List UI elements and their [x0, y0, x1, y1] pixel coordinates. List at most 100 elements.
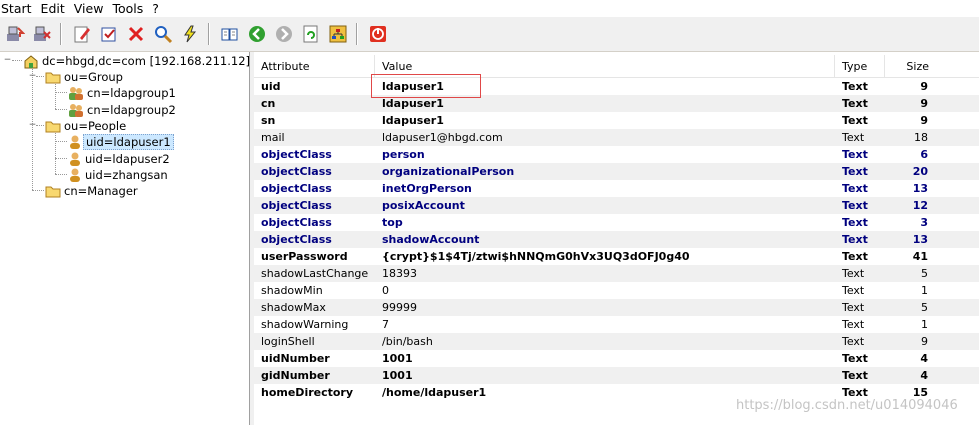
size-cell: 9: [921, 335, 928, 348]
size-cell: 5: [921, 301, 928, 314]
menu-view[interactable]: View: [72, 0, 111, 17]
attribute-cell: loginShell: [261, 335, 315, 348]
menu-help[interactable]: ?: [150, 0, 166, 17]
connect-icon[interactable]: [3, 22, 27, 46]
tree-node-zhangsan[interactable]: uid=zhangsan: [67, 167, 170, 183]
toolbar-separator: [60, 23, 62, 45]
tree-node-label: uid=ldapuser1: [83, 134, 174, 150]
table-row[interactable]: uid ldapuser1 Text 9: [254, 78, 979, 95]
value-cell: /home/ldapuser1: [382, 386, 487, 399]
group-icon: [69, 103, 83, 117]
type-cell: Text: [842, 352, 868, 365]
value-cell: ldapuser1: [382, 114, 444, 127]
table-row[interactable]: loginShell/bin/bash Text 9: [254, 333, 979, 350]
table-row[interactable]: cn ldapuser1 Text 9: [254, 95, 979, 112]
check-icon[interactable]: [97, 22, 121, 46]
attribute-grid: Attribute Value Type Size uid ldapuser1 Te…: [254, 52, 979, 425]
type-cell: Text: [842, 148, 868, 161]
type-cell: Text: [842, 199, 868, 212]
attribute-cell: objectClass: [261, 233, 332, 246]
tree-icon[interactable]: [326, 22, 350, 46]
table-row[interactable]: objectClass organizationalPerson Text 20: [254, 163, 979, 180]
delete-icon[interactable]: [124, 22, 148, 46]
edit-icon[interactable]: [70, 22, 94, 46]
table-row[interactable]: userPassword {crypt}$1$4Tj/ztwi$hNNQmG0hV…: [254, 248, 979, 265]
attribute-cell: shadowMin: [261, 284, 323, 297]
table-row[interactable]: mail ldapuser1@hbgd.com Text 18: [254, 129, 979, 146]
table-row[interactable]: objectClass posixAccount Text 12: [254, 197, 979, 214]
folder-icon: [45, 121, 61, 133]
type-cell: Text: [842, 369, 868, 382]
column-header-type[interactable]: Type: [835, 55, 885, 77]
user-icon: [70, 168, 80, 182]
tree-node-root[interactable]: dc=hbgd,dc=com [192.168.211.12]: [23, 53, 252, 69]
tree-node-group[interactable]: ou=Group: [45, 69, 125, 85]
size-cell: 1: [921, 318, 928, 331]
value-cell: 7: [382, 318, 389, 331]
refresh-icon[interactable]: [299, 22, 323, 46]
type-cell: Text: [842, 233, 868, 246]
size-cell: 20: [912, 165, 928, 178]
table-row[interactable]: gidNumber 1001 Text 4: [254, 367, 979, 384]
value-cell: organizationalPerson: [382, 165, 515, 178]
user-icon: [70, 152, 80, 166]
tree-node-ldapgroup2[interactable]: cn=ldapgroup2: [67, 102, 178, 118]
menu-edit[interactable]: Edit: [39, 0, 72, 17]
size-cell: 3: [920, 216, 928, 229]
table-row[interactable]: shadowMax 99999 Text 5: [254, 299, 979, 316]
forward-icon[interactable]: [272, 22, 296, 46]
disconnect-icon[interactable]: [30, 22, 54, 46]
table-row[interactable]: objectClass person Text 6: [254, 146, 979, 163]
table-row[interactable]: shadowWarning 7 Text 1: [254, 316, 979, 333]
power-icon[interactable]: [366, 22, 390, 46]
toolbar: [0, 17, 979, 52]
attribute-cell: shadowLastChange: [261, 267, 369, 280]
type-cell: Text: [842, 165, 868, 178]
attribute-cell: sn: [261, 114, 276, 127]
tree-node-people[interactable]: ou=People: [45, 118, 128, 134]
table-row[interactable]: uidNumber 1001 Text 4: [254, 350, 979, 367]
attribute-cell: shadowMax: [261, 301, 326, 314]
directory-tree[interactable]: − dc=hbgd,dc=com [192.168.211.12] − ou=G…: [0, 52, 250, 425]
size-cell: 13: [912, 233, 928, 246]
type-cell: Text: [842, 250, 868, 263]
table-row[interactable]: objectClass shadowAccount Text 13: [254, 231, 979, 248]
type-cell: Text: [842, 114, 868, 127]
menu-bar: Start Edit View Tools ?: [0, 0, 979, 17]
value-cell: ldapuser1@hbgd.com: [382, 131, 503, 144]
table-row[interactable]: sn ldapuser1 Text 9: [254, 112, 979, 129]
attribute-cell: objectClass: [261, 216, 332, 229]
menu-tools[interactable]: Tools: [110, 0, 150, 17]
tree-node-ldapgroup1[interactable]: cn=ldapgroup1: [67, 85, 178, 101]
user-icon: [70, 135, 80, 149]
collapse-icon[interactable]: −: [3, 56, 12, 65]
size-cell: 41: [912, 250, 928, 263]
table-row[interactable]: shadowMin 0 Text 1: [254, 282, 979, 299]
back-icon[interactable]: [245, 22, 269, 46]
search-icon[interactable]: [151, 22, 175, 46]
grid-header: Attribute Value Type Size: [254, 55, 979, 78]
size-cell: 18: [914, 131, 928, 144]
menu-start[interactable]: Start: [0, 0, 39, 17]
attribute-cell: mail: [261, 131, 285, 144]
attribute-cell: cn: [261, 97, 276, 110]
size-cell: 6: [920, 148, 928, 161]
tree-node-label: cn=ldapgroup1: [87, 86, 176, 100]
table-row[interactable]: objectClass inetOrgPerson Text 13: [254, 180, 979, 197]
tree-node-ldapuser1[interactable]: uid=ldapuser1: [67, 134, 174, 150]
type-cell: Text: [842, 301, 865, 314]
value-cell: 99999: [382, 301, 417, 314]
lightning-icon[interactable]: [178, 22, 202, 46]
table-row[interactable]: objectClass top Text 3: [254, 214, 979, 231]
attribute-cell: uid: [261, 80, 281, 93]
tree-node-manager[interactable]: cn=Manager: [45, 183, 140, 199]
tree-node-ldapuser2[interactable]: uid=ldapuser2: [67, 151, 172, 167]
book-icon[interactable]: [218, 22, 242, 46]
table-row[interactable]: shadowLastChange 18393 Text 5: [254, 265, 979, 282]
column-header-attribute[interactable]: Attribute: [254, 55, 375, 77]
type-cell: Text: [842, 131, 865, 144]
attribute-cell: objectClass: [261, 182, 332, 195]
folder-icon: [45, 72, 61, 84]
column-header-size[interactable]: Size: [885, 55, 935, 77]
tree-node-label: uid=zhangsan: [85, 168, 168, 182]
